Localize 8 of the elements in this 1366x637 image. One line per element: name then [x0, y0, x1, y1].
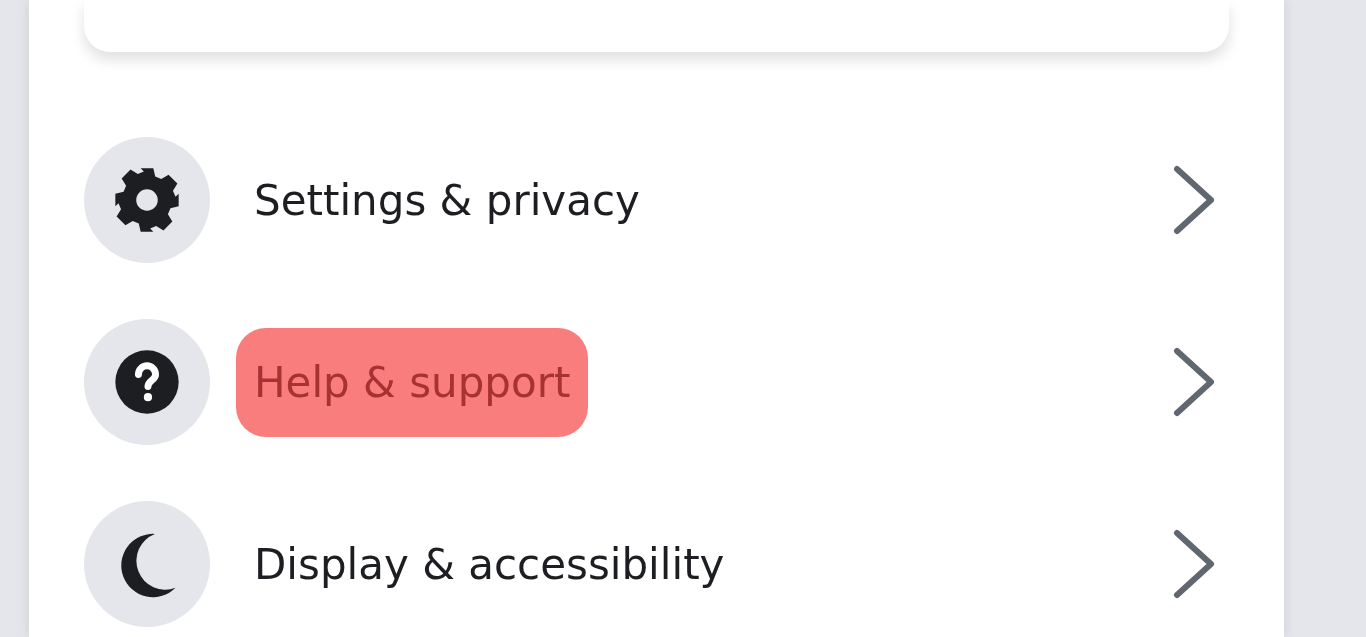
menu-item-label: Settings & privacy: [253, 174, 641, 227]
chevron-right-icon: [1171, 529, 1217, 599]
chevron-right-icon: [1171, 165, 1217, 235]
chevron-right-icon: [1171, 347, 1217, 417]
menu-item[interactable]: Display & accessibility: [84, 501, 1229, 627]
menu-item-label: Display & accessibility: [253, 538, 726, 591]
menu-item-label: Help & support: [236, 327, 589, 437]
menu-item[interactable]: Settings & privacy: [84, 137, 1229, 263]
